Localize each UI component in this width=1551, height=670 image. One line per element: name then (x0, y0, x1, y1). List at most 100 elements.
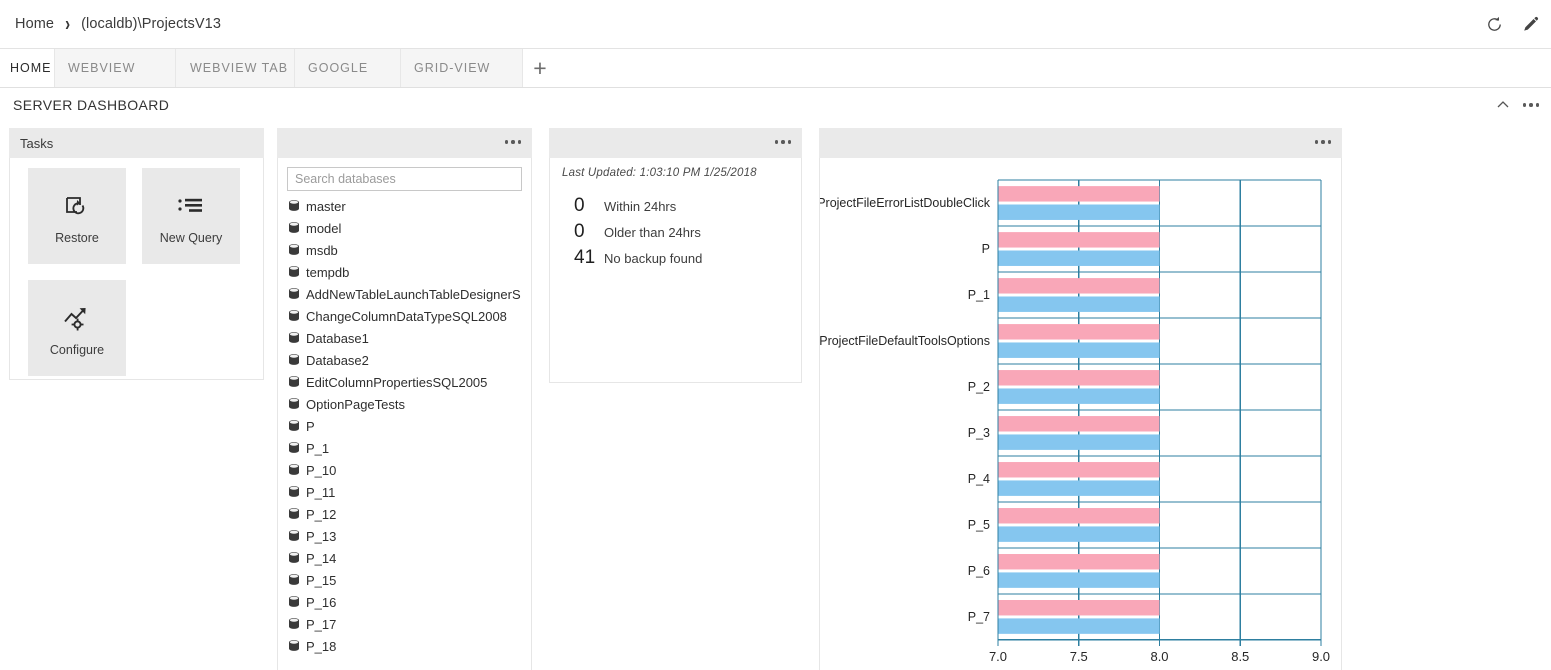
new-query-icon (176, 187, 206, 227)
new-query-tile-label: New Query (159, 231, 223, 245)
database-list-item[interactable]: P_10 (287, 459, 522, 481)
tasks-panel: Tasks Restore New Query Configure (9, 128, 264, 380)
tab-label: WEBVIEW TAB (190, 61, 289, 75)
database-list-item[interactable]: Database1 (287, 327, 522, 349)
database-list-item[interactable]: P_13 (287, 525, 522, 547)
restore-icon (62, 187, 92, 227)
database-list-item[interactable]: AddNewTableLaunchTableDesignerS (287, 283, 522, 305)
database-list-item[interactable]: msdb (287, 239, 522, 261)
database-list-item[interactable]: P (287, 415, 522, 437)
database-list-item[interactable]: P_12 (287, 503, 522, 525)
database-list-item[interactable]: P_17 (287, 613, 522, 635)
new-query-tile[interactable]: New Query (142, 168, 240, 264)
chart-ytick-label: P_6 (968, 564, 990, 578)
chart-ytick-label: P_4 (968, 472, 990, 486)
chart-bar (998, 600, 1160, 616)
chart-bar (998, 186, 1160, 202)
database-list-item[interactable]: EditColumnPropertiesSQL2005 (287, 371, 522, 393)
titlebar-actions (1483, 0, 1541, 49)
chart-bar (998, 370, 1160, 386)
database-name: P_13 (306, 528, 337, 544)
database-list-item[interactable]: P_11 (287, 481, 522, 503)
database-list-item[interactable]: model (287, 217, 522, 239)
chart-ytick-label: ProjectFileErrorListDoubleClick (820, 196, 991, 210)
page-title: SERVER DASHBOARD (13, 97, 170, 113)
database-list-item[interactable]: master (287, 195, 522, 217)
database-list: master model msdb tempdb AddNewTableLaunchTa… (287, 195, 522, 657)
databases-panel-header (277, 128, 532, 158)
tab-webview-tab[interactable]: WEBVIEW TAB (176, 49, 295, 87)
chart-bar (998, 416, 1160, 432)
tasks-panel-title: Tasks (20, 135, 54, 151)
database-list-item[interactable]: Database2 (287, 349, 522, 371)
dashboard-header-actions (1495, 88, 1539, 122)
chart-bar (998, 232, 1160, 248)
breadcrumb-separator-icon: › (65, 12, 71, 36)
dashboard-more-icon[interactable] (1522, 103, 1539, 107)
database-icon (289, 288, 299, 299)
tasks-row-2: Configure (28, 280, 263, 376)
database-list-item[interactable]: tempdb (287, 261, 522, 283)
backup-stat-label: Within 24hrs (604, 199, 677, 214)
last-updated-text: Last Updated: 1:03:10 PM 1/25/2018 (562, 167, 757, 179)
databases-more-icon[interactable] (504, 140, 521, 144)
chart-xtick-label: 7.5 (1070, 649, 1088, 664)
backup-stat-value: 0 (574, 221, 585, 242)
database-list-item[interactable]: OptionPageTests (287, 393, 522, 415)
tasks-row-1: Restore New Query (28, 168, 263, 264)
database-name: Database2 (306, 352, 369, 368)
database-icon (289, 486, 299, 497)
database-icon (289, 552, 299, 563)
database-icon (289, 354, 299, 365)
restore-tile-label: Restore (55, 231, 99, 245)
configure-tile[interactable]: Configure (28, 280, 126, 376)
database-name: OptionPageTests (306, 396, 406, 412)
chart-xtick-label: 8.5 (1231, 649, 1249, 664)
database-list-item[interactable]: ChangeColumnDataTypeSQL2008 (287, 305, 522, 327)
database-icon (289, 508, 299, 519)
edit-icon[interactable] (1519, 14, 1541, 36)
backup-more-icon[interactable] (774, 140, 791, 144)
database-icon (289, 530, 299, 541)
chart-ytick-label: P_5 (968, 518, 990, 532)
tab-google[interactable]: GOOGLE (295, 49, 401, 87)
add-tab-button[interactable]: + (523, 49, 557, 87)
tab-label: GRID-VIEW (414, 61, 491, 75)
chart-ytick-label: P_7 (968, 610, 990, 624)
database-name: P_14 (306, 550, 337, 566)
tasks-panel-body: Restore New Query Configure (9, 158, 264, 380)
chart-panel: 7.0 7.5 8.0 8.5 9.0 ProjectFileErrorListDoubl… (819, 128, 1342, 670)
chart-more-icon[interactable] (1314, 140, 1331, 144)
backup-panel-header (549, 128, 802, 158)
restore-tile[interactable]: Restore (28, 168, 126, 264)
chart-panel-header (819, 128, 1342, 158)
chevron-up-icon[interactable] (1495, 97, 1511, 113)
refresh-icon[interactable] (1483, 14, 1505, 36)
database-list-item[interactable]: P_1 (287, 437, 522, 459)
database-name: AddNewTableLaunchTableDesignerS (306, 286, 521, 302)
chart-xtick-label: 9.0 (1312, 649, 1330, 664)
database-list-item[interactable]: P_14 (287, 547, 522, 569)
database-list-item[interactable]: P_16 (287, 591, 522, 613)
tab-webview[interactable]: WEBVIEW (55, 49, 176, 87)
database-name: Database1 (306, 330, 369, 346)
database-icon (289, 376, 299, 387)
tab-home[interactable]: HOME (0, 49, 55, 87)
tasks-panel-header: Tasks (9, 128, 264, 158)
chart-bar (998, 554, 1160, 570)
tab-strip: HOME WEBVIEW WEBVIEW TAB GOOGLE GRID-VIE… (0, 49, 1551, 88)
chart-bar (998, 526, 1160, 542)
database-list-item[interactable]: P_18 (287, 635, 522, 657)
breadcrumb-item-home[interactable]: Home (13, 16, 56, 32)
search-input[interactable] (287, 167, 522, 191)
tab-grid-view[interactable]: GRID-VIEW (401, 49, 523, 87)
chart-bar (998, 480, 1160, 496)
chart-ytick-label: ProjectFileDefaultToolsOptions (820, 334, 990, 348)
database-list-item[interactable]: P_15 (287, 569, 522, 591)
chart-ytick-label: P (982, 242, 990, 256)
chart-ytick-label: P_3 (968, 426, 990, 440)
breadcrumb-item-server[interactable]: (localdb)\ProjectsV13 (79, 16, 223, 32)
chart-bar (998, 462, 1160, 478)
database-icon (289, 222, 299, 233)
chart-bar (998, 388, 1160, 404)
